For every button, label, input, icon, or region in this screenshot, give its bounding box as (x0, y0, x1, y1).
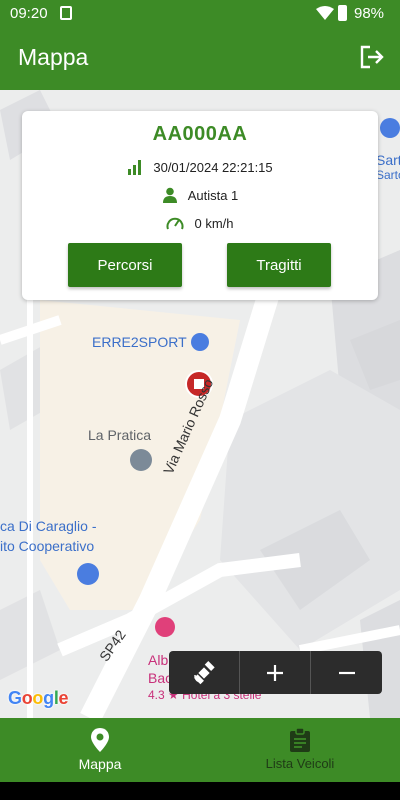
page-title: Mappa (18, 44, 89, 70)
bottom-navigation: Mappa Lista Veicoli (0, 718, 400, 782)
nav-item-vehicle-list[interactable]: Lista Veicoli (200, 718, 400, 782)
person-icon (162, 187, 178, 203)
system-navigation-bar (0, 782, 400, 800)
driver-name: Autista 1 (187, 187, 239, 203)
datetime-row: 30/01/2024 22:21:15 (22, 159, 378, 175)
zoom-out-button[interactable] (311, 651, 382, 694)
minus-icon (338, 671, 355, 674)
satellite-toggle-button[interactable] (169, 651, 240, 694)
driver-row: Autista 1 (22, 187, 378, 203)
nav-item-map[interactable]: Mappa (0, 718, 200, 782)
app-bar: Mappa (0, 28, 400, 90)
last-update-datetime: 30/01/2024 22:21:15 (153, 159, 273, 175)
vehicle-speed: 0 km/h (194, 215, 234, 231)
poi-label: Sarto (376, 168, 400, 182)
map-controls (169, 651, 382, 694)
zoom-in-button[interactable] (240, 651, 311, 694)
poi-label: Alb (148, 652, 169, 668)
poi-label: ca Di Caraglio - (0, 518, 97, 534)
poi-label: Sart (376, 152, 400, 168)
map-pin-icon (91, 728, 109, 752)
nav-label-map: Mappa (78, 756, 122, 772)
status-time: 09:20 (10, 5, 48, 22)
battery-icon (338, 5, 347, 21)
poi-label: ERRE2SPORT (92, 334, 187, 350)
signal-icon (127, 159, 143, 175)
speedometer-icon (166, 215, 184, 231)
vehicle-plate: AA000AA (152, 123, 248, 145)
satellite-icon (194, 660, 215, 684)
status-bar: 09:20 98% (0, 0, 400, 28)
wifi-icon (316, 6, 334, 20)
speed-row: 0 km/h (22, 215, 378, 231)
sim-icon (60, 6, 72, 20)
google-logo: Google (8, 688, 69, 708)
clipboard-icon (290, 728, 310, 752)
vehicle-info-card: AA000AA 30/01/2024 22:21:15 Autista 1 0 … (22, 111, 378, 300)
battery-percent: 98% (354, 5, 385, 22)
logout-icon[interactable] (359, 45, 385, 69)
nav-label-vehicle-list: Lista Veicoli (265, 756, 335, 771)
poi-label: La Pratica (88, 427, 152, 443)
plus-icon (267, 664, 283, 681)
poi-label: ito Cooperativo (0, 538, 95, 554)
trips-button[interactable]: Tragitti (227, 243, 331, 287)
routes-button[interactable]: Percorsi (68, 243, 182, 287)
